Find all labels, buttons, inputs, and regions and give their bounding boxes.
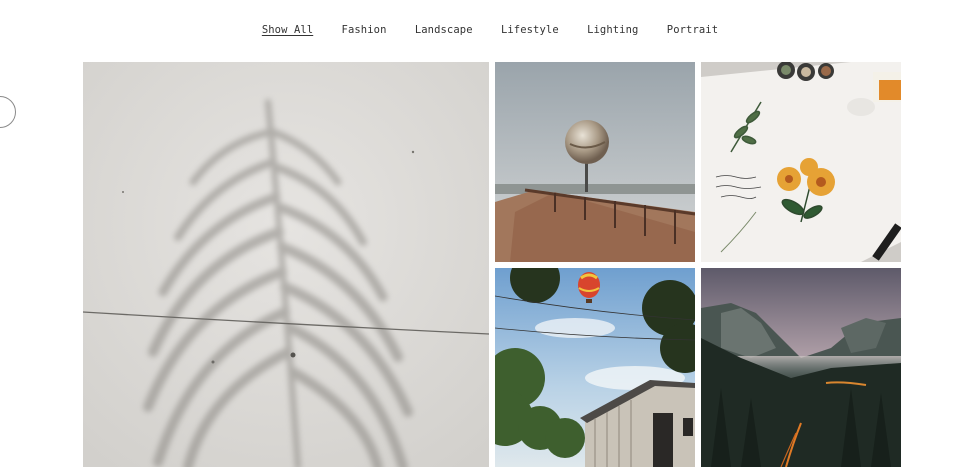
palm-shadow-photo: [83, 62, 489, 467]
gallery-photo-palm-shadow[interactable]: [83, 62, 489, 467]
balloon-barn-photo: [495, 268, 695, 467]
gallery-photo-balloon-barn[interactable]: [495, 268, 695, 467]
filter-fashion[interactable]: Fashion: [342, 24, 387, 36]
gallery-photo-mountain-valley[interactable]: [701, 268, 901, 467]
gallery-photo-globe-boardwalk[interactable]: [495, 62, 695, 262]
gallery-photo-botanical-sketch[interactable]: [701, 62, 901, 262]
filter-lifestyle[interactable]: Lifestyle: [501, 24, 559, 36]
portfolio-page: Show All Fashion Landscape Lifestyle Lig…: [0, 0, 980, 471]
mountain-valley-photo: [701, 268, 901, 467]
side-circle-button[interactable]: [0, 96, 16, 128]
filter-show-all[interactable]: Show All: [262, 24, 313, 36]
botanical-sketch-photo: [701, 62, 901, 262]
filter-landscape[interactable]: Landscape: [415, 24, 473, 36]
gallery-filter-nav: Show All Fashion Landscape Lifestyle Lig…: [0, 24, 980, 36]
filter-portrait[interactable]: Portrait: [667, 24, 718, 36]
globe-boardwalk-photo: [495, 62, 695, 262]
filter-lighting[interactable]: Lighting: [587, 24, 638, 36]
